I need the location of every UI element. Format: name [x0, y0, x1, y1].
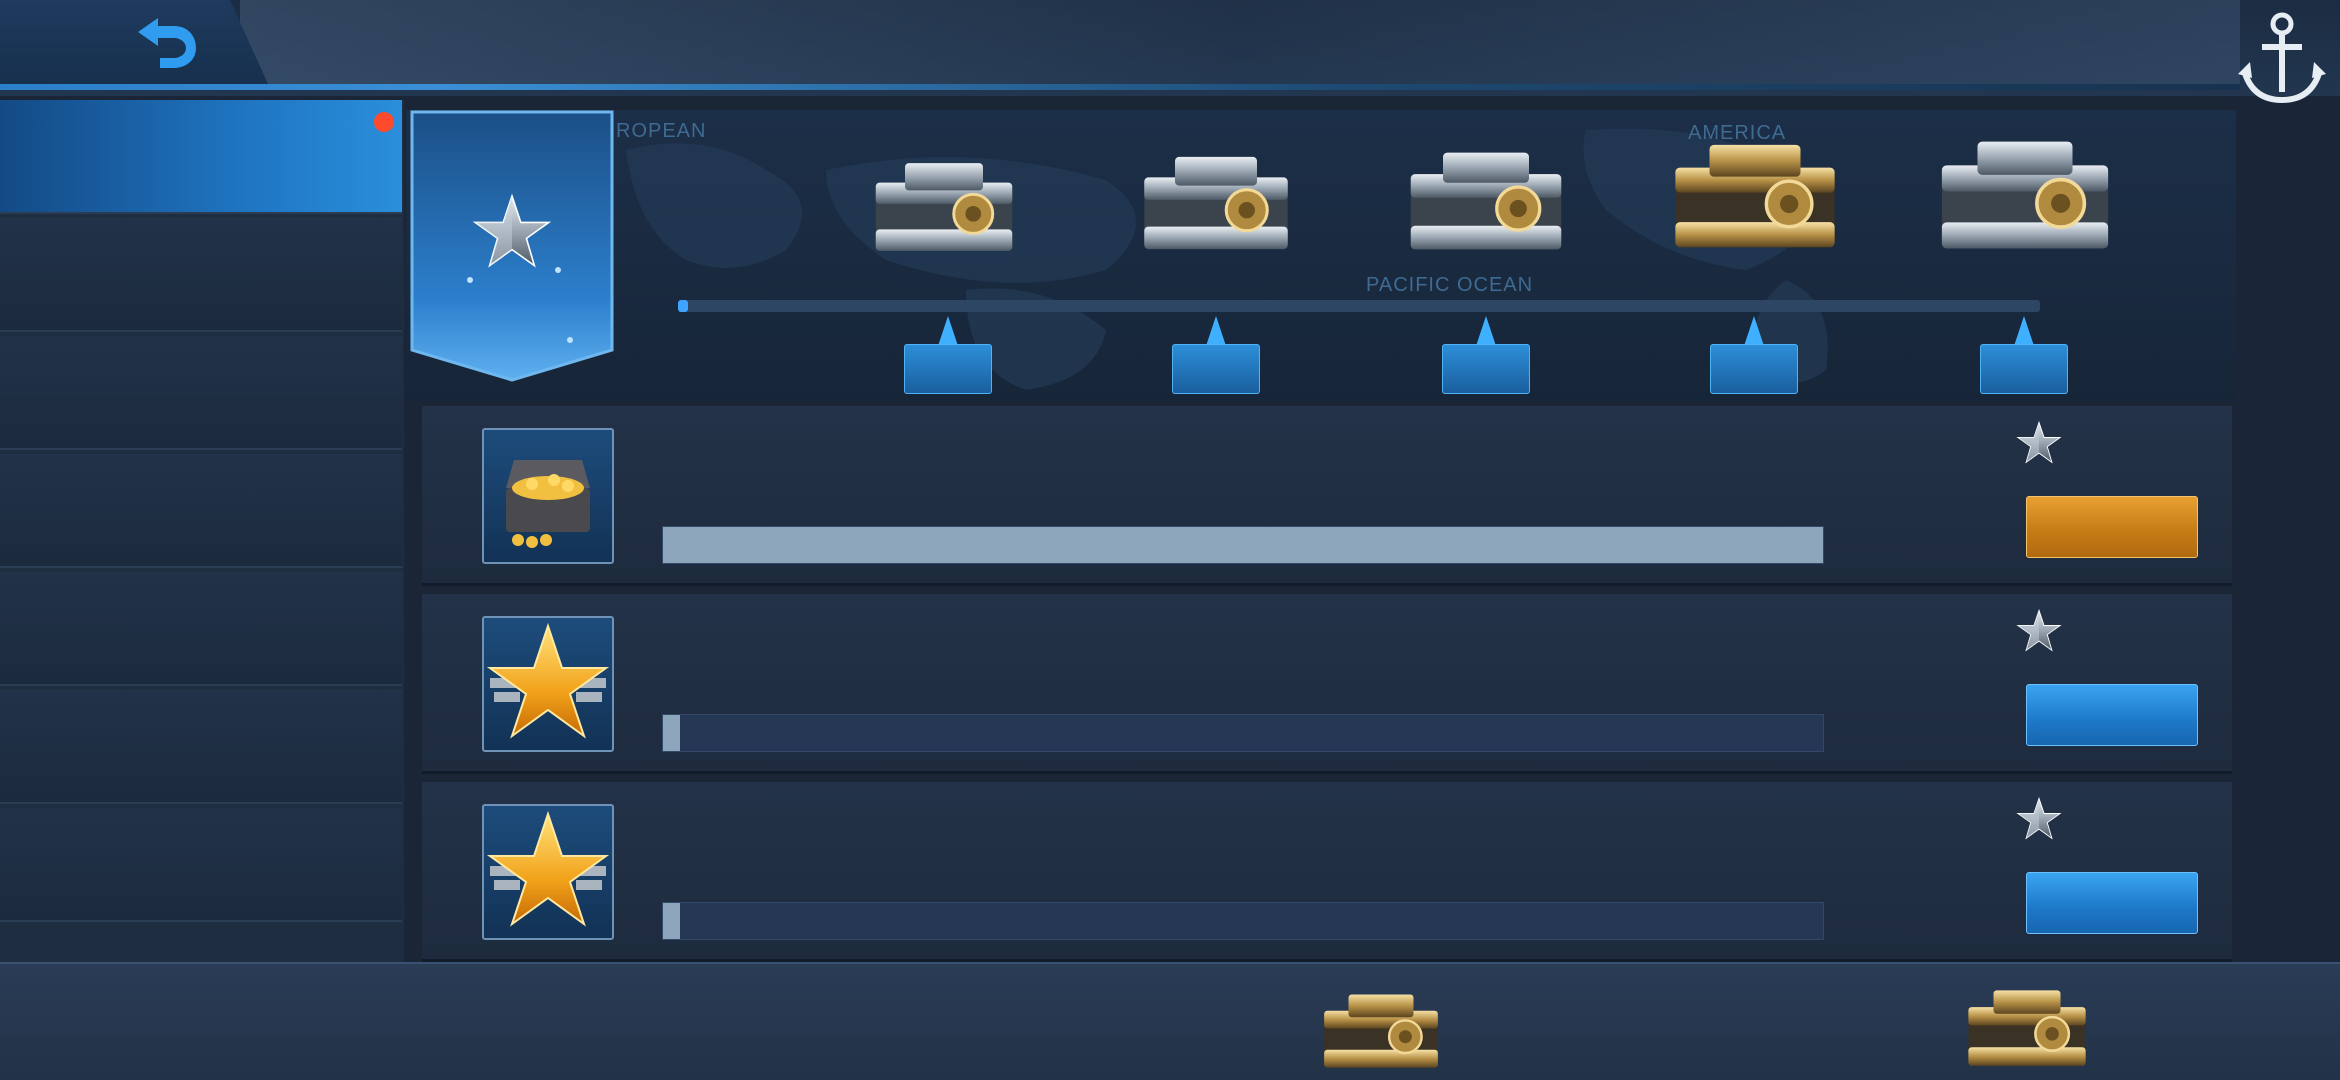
task-progress-fill — [663, 715, 681, 751]
back-arrow-icon — [138, 18, 196, 68]
chest-tier-5[interactable] — [1930, 120, 2120, 270]
task-progress-fill — [663, 903, 681, 939]
gold-star-icon — [482, 616, 614, 752]
silver-star-icon — [2017, 797, 2061, 839]
treasure-chest-icon — [482, 428, 614, 564]
map-label: PACIFIC OCEAN — [1366, 274, 1534, 296]
task-progress-fill — [663, 527, 1823, 563]
notification-badge — [374, 112, 394, 132]
silver-star-icon — [2017, 609, 2061, 651]
chest-tier-3[interactable] — [1400, 140, 1572, 262]
chest-tier-2[interactable] — [1134, 146, 1298, 260]
chest-tier-4[interactable] — [1960, 976, 2094, 1080]
rank-banner — [410, 110, 614, 382]
track-progress-bar — [678, 300, 2040, 312]
gold-star-icon — [482, 804, 614, 940]
bottom-bar — [0, 962, 2340, 1080]
task-row — [422, 782, 2232, 962]
sidebar-item-7[interactable] — [0, 808, 402, 922]
back-button[interactable] — [130, 14, 202, 70]
main-panel: ROPEAN AMERICA PACIFIC OCEAN — [406, 100, 2236, 962]
sidebar-item-4[interactable] — [0, 454, 402, 568]
track-progress-fill — [678, 300, 688, 312]
task-progress-bar — [662, 714, 1824, 752]
task-row — [422, 406, 2232, 586]
sidebar-item-6[interactable] — [0, 690, 402, 804]
top-bar-scenery — [240, 0, 2240, 84]
go-button[interactable] — [2026, 872, 2198, 934]
milestone-marker-5[interactable] — [1980, 316, 2068, 396]
top-bar — [0, 0, 2340, 104]
chest-tier-1[interactable] — [866, 152, 1022, 262]
task-progress-bar — [662, 526, 1824, 564]
sidebar-item-3[interactable] — [0, 336, 402, 450]
go-button[interactable] — [2026, 684, 2198, 746]
sidebar-item-5[interactable] — [0, 572, 402, 686]
milestone-marker-3[interactable] — [1442, 316, 1530, 396]
milestone-marker-4[interactable] — [1710, 316, 1798, 396]
chest-tier-4[interactable] — [1316, 982, 1446, 1080]
sidebar-item-2[interactable] — [0, 218, 402, 332]
top-bar-glow-line — [0, 84, 2240, 90]
milestone-marker-1[interactable] — [904, 316, 992, 396]
chest-tier-4[interactable] — [1664, 130, 1846, 262]
task-row — [422, 594, 2232, 774]
reward-track: ROPEAN AMERICA PACIFIC OCEAN — [406, 110, 2236, 402]
silver-star-icon — [2017, 421, 2061, 463]
claim-button[interactable] — [2026, 496, 2198, 558]
category-sidebar — [0, 100, 404, 962]
task-progress-bar — [662, 902, 1824, 940]
sidebar-item-1[interactable] — [0, 100, 402, 214]
anchor-icon[interactable] — [2232, 0, 2332, 110]
milestone-marker-2[interactable] — [1172, 316, 1260, 396]
map-label: ROPEAN — [616, 120, 707, 142]
